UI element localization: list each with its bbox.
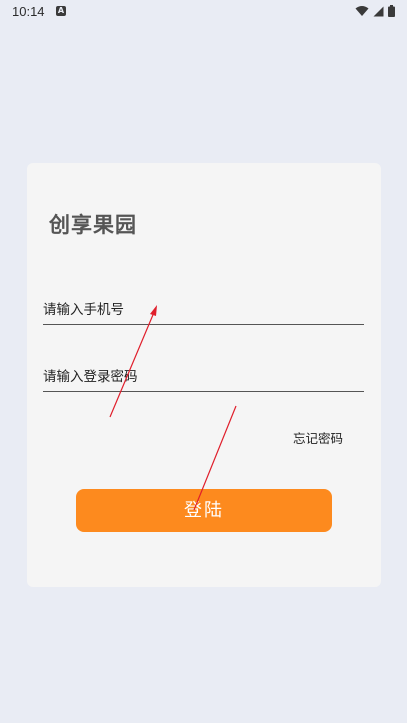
signal-icon (373, 6, 384, 17)
status-time: 10:14 (12, 4, 45, 19)
wifi-icon (355, 6, 369, 16)
status-bar: 10:14 A (0, 0, 407, 24)
battery-icon (388, 5, 395, 17)
phone-input[interactable] (43, 296, 364, 324)
forgot-password-link[interactable]: 忘记密码 (293, 428, 343, 447)
login-card: 创享果园 忘记密码 登陆 (27, 163, 381, 587)
status-icons (355, 4, 395, 18)
phone-field[interactable] (43, 296, 364, 325)
a-notification-icon: A (56, 6, 66, 16)
login-button[interactable]: 登陆 (76, 489, 332, 532)
password-input[interactable] (43, 363, 364, 391)
password-field[interactable] (43, 363, 364, 392)
app-title: 创享果园 (49, 213, 137, 237)
